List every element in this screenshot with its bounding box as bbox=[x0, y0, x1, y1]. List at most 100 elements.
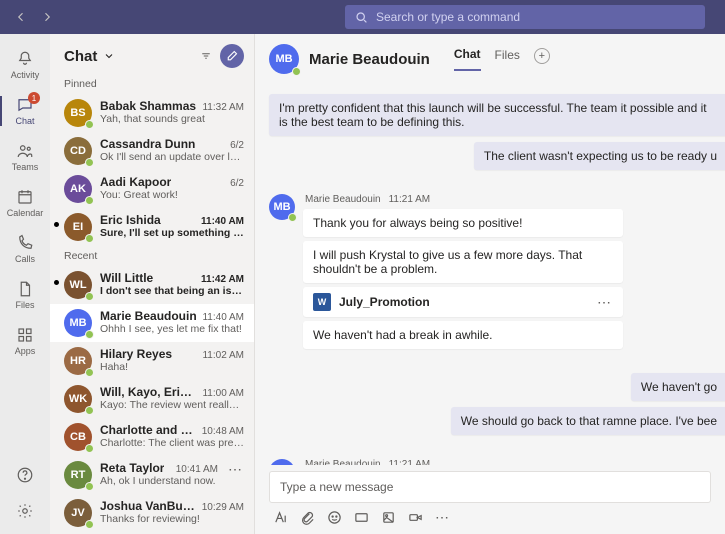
chat-list-item[interactable]: CBCharlotte and Babak10:48 AMCharlotte: … bbox=[50, 418, 254, 456]
chat-header-avatar[interactable]: MB bbox=[269, 44, 299, 74]
chat-item-preview: Sure, I'll set up something for next wee… bbox=[100, 227, 244, 239]
settings-button[interactable] bbox=[10, 496, 40, 526]
emoji-icon[interactable] bbox=[327, 510, 342, 525]
titlebar: Search or type a command bbox=[0, 0, 725, 34]
chat-item-preview: Yah, that sounds great bbox=[100, 113, 244, 125]
avatar: CB bbox=[64, 423, 92, 451]
chat-item-preview: Haha! bbox=[100, 361, 244, 373]
file-attachment[interactable]: W July_Promotion ⋯ bbox=[303, 287, 623, 317]
presence-indicator bbox=[85, 482, 94, 491]
unread-dot bbox=[54, 280, 59, 285]
avatar: MB bbox=[64, 309, 92, 337]
chat-item-name: Babak Shammas bbox=[100, 99, 196, 113]
chat-list-item[interactable]: WKWill, Kayo, Eric, +511:00 AMKayo: The … bbox=[50, 380, 254, 418]
chat-list-item[interactable]: MB Marie Beaudouin 11:40 AMOhhh I see, yes… bbox=[50, 304, 254, 342]
chat-item-more-icon[interactable]: ⋯ bbox=[226, 461, 244, 478]
rail-files[interactable]: Files bbox=[0, 272, 50, 318]
rail-label: Apps bbox=[15, 346, 36, 356]
chevron-down-icon[interactable] bbox=[103, 50, 115, 62]
nav-back-button[interactable] bbox=[10, 6, 32, 28]
chat-item-name: Will, Kayo, Eric, +5 bbox=[100, 385, 198, 399]
message-meta: Marie Beaudouin 11:21 AM bbox=[303, 194, 623, 205]
rail-calendar[interactable]: Calendar bbox=[0, 180, 50, 226]
presence-indicator bbox=[85, 292, 94, 301]
message-meta: Marie Beaudouin 11:21 AM bbox=[303, 459, 514, 465]
chat-item-time: 6/2 bbox=[230, 178, 244, 189]
presence-indicator bbox=[292, 67, 301, 76]
chat-list-item[interactable]: WLWill Little11:42 AMI don't see that be… bbox=[50, 266, 254, 304]
chat-item-preview: Ah, ok I understand now. bbox=[100, 475, 218, 487]
rail-label: Activity bbox=[11, 70, 40, 80]
chat-item-preview: Thanks for reviewing! bbox=[100, 513, 244, 525]
format-icon[interactable] bbox=[273, 510, 288, 525]
more-icon[interactable]: ⋯ bbox=[435, 509, 449, 526]
message-bubble[interactable]: I will push Krystal to give us a few mor… bbox=[303, 241, 623, 283]
chat-list-item[interactable]: RTReta Taylor10:41 AMAh, ok I understand… bbox=[50, 456, 254, 494]
pinned-section-label: Pinned bbox=[50, 74, 254, 94]
meet-icon[interactable] bbox=[408, 510, 423, 525]
presence-indicator bbox=[85, 406, 94, 415]
app-rail: Activity 1 Chat Teams Calendar Calls Fil… bbox=[0, 34, 50, 534]
chat-item-time: 11:02 AM bbox=[202, 350, 244, 361]
rail-teams[interactable]: Teams bbox=[0, 134, 50, 180]
chat-item-name: Aadi Kapoor bbox=[100, 175, 171, 189]
tab-chat[interactable]: Chat bbox=[454, 47, 481, 71]
file-more-icon[interactable]: ⋯ bbox=[595, 294, 613, 311]
gif-icon[interactable] bbox=[354, 510, 369, 525]
chat-item-preview: Charlotte: The client was pretty happy w… bbox=[100, 437, 244, 449]
chat-item-name: Will Little bbox=[100, 271, 153, 285]
presence-indicator bbox=[85, 520, 94, 529]
add-tab-button[interactable]: + bbox=[534, 48, 550, 64]
message-avatar: MB bbox=[269, 459, 295, 465]
chat-item-preview: Kayo: The review went really well! Can't… bbox=[100, 399, 244, 411]
presence-indicator bbox=[85, 196, 94, 205]
rail-label: Calls bbox=[15, 254, 35, 264]
message-list: I'm pretty confident that this launch wi… bbox=[255, 74, 725, 465]
chat-item-time: 11:40 AM bbox=[201, 216, 244, 227]
chat-list-item[interactable]: BSBabak Shammas11:32 AMYah, that sounds … bbox=[50, 94, 254, 132]
chat-item-time: 6/2 bbox=[230, 140, 244, 151]
chat-list-item[interactable]: EIEric Ishida11:40 AMSure, I'll set up s… bbox=[50, 208, 254, 246]
presence-indicator bbox=[85, 444, 94, 453]
chat-item-name: Marie Beaudouin bbox=[100, 309, 197, 323]
rail-label: Teams bbox=[12, 162, 39, 172]
avatar: WL bbox=[64, 271, 92, 299]
chat-list-item[interactable]: CDCassandra Dunn6/2Ok I'll send an updat… bbox=[50, 132, 254, 170]
rail-calls[interactable]: Calls bbox=[0, 226, 50, 272]
message-input[interactable]: Type a new message bbox=[269, 471, 711, 503]
chat-list-panel: Chat Pinned BSBabak Shammas11:32 AMYah, … bbox=[50, 34, 255, 534]
avatar: HR bbox=[64, 347, 92, 375]
message-bubble-own[interactable]: The client wasn't expecting us to be rea… bbox=[474, 142, 725, 170]
filter-icon[interactable] bbox=[200, 50, 212, 62]
chat-item-time: 10:48 AM bbox=[202, 426, 244, 437]
message-bubble[interactable]: We haven't had a break in awhile. bbox=[303, 321, 623, 349]
chat-list-item[interactable]: AKAadi Kapoor6/2You: Great work! bbox=[50, 170, 254, 208]
chat-item-time: 10:29 AM bbox=[202, 502, 244, 513]
chat-list-item[interactable]: JVJoshua VanBuren10:29 AMThanks for revi… bbox=[50, 494, 254, 532]
avatar: AK bbox=[64, 175, 92, 203]
message-bubble[interactable]: Thank you for always being so positive! bbox=[303, 209, 623, 237]
rail-chat[interactable]: 1 Chat bbox=[0, 88, 50, 134]
presence-indicator bbox=[85, 158, 94, 167]
rail-apps[interactable]: Apps bbox=[0, 318, 50, 364]
chat-header: MB Marie Beaudouin Chat Files + bbox=[255, 34, 725, 74]
tab-files[interactable]: Files bbox=[495, 48, 520, 70]
search-input[interactable]: Search or type a command bbox=[345, 5, 705, 29]
message-bubble-own[interactable]: I'm pretty confident that this launch wi… bbox=[269, 94, 725, 136]
help-button[interactable] bbox=[10, 460, 40, 490]
rail-activity[interactable]: Activity bbox=[0, 42, 50, 88]
word-doc-icon: W bbox=[313, 293, 331, 311]
presence-indicator bbox=[85, 120, 94, 129]
rail-label: Chat bbox=[15, 116, 34, 126]
message-bubble-own[interactable]: We should go back to that ramne place. I… bbox=[451, 407, 725, 435]
message-bubble-own[interactable]: We haven't go bbox=[631, 373, 725, 401]
chat-item-preview: Ohhh I see, yes let me fix that! bbox=[100, 323, 244, 335]
sticker-icon[interactable] bbox=[381, 510, 396, 525]
chat-item-preview: I don't see that being an issue, can tak… bbox=[100, 285, 244, 297]
nav-forward-button[interactable] bbox=[36, 6, 58, 28]
chat-item-time: 11:00 AM bbox=[202, 388, 244, 399]
chat-list-item[interactable]: HRHilary Reyes11:02 AMHaha! bbox=[50, 342, 254, 380]
attach-icon[interactable] bbox=[300, 510, 315, 525]
chat-item-time: 11:40 AM bbox=[202, 312, 244, 323]
new-chat-button[interactable] bbox=[220, 44, 244, 68]
